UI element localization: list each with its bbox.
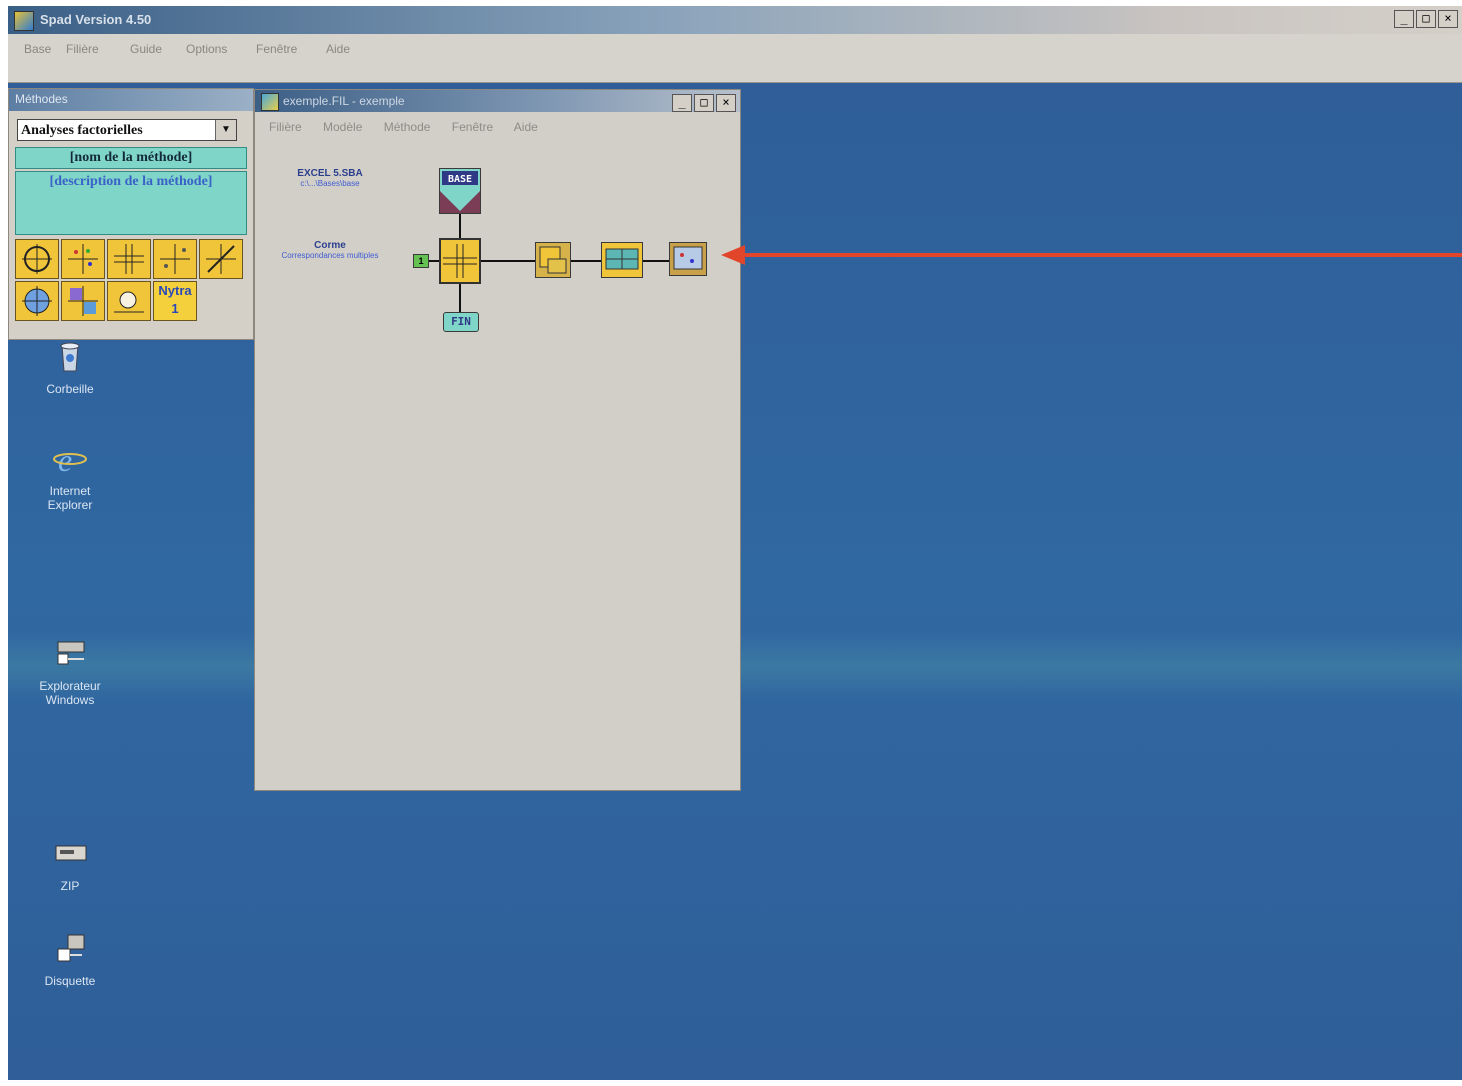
zip-drive-icon [55,845,87,861]
close-button[interactable]: × [1438,10,1458,28]
circle-grid-icon [22,244,52,274]
filiere-title-bar[interactable]: exemple.FIL - exemple _ □ × [255,90,740,112]
minimize-button[interactable]: _ [1394,10,1414,28]
close-button[interactable]: × [716,94,736,112]
connector [459,284,461,312]
output-node-1[interactable] [535,242,571,278]
desktop-icon-corbeille[interactable]: Corbeille [20,341,120,396]
desktop-icon-label: ZIP [60,879,80,893]
filiere-window: exemple.FIL - exemple _ □ × Filière Modè… [254,89,741,791]
classification-icon [114,291,144,313]
desktop-icon-internet-explorer[interactable]: e Internet Explorer [20,442,120,512]
method-label: Corme Correspondances multiples [275,240,385,260]
connector [643,260,669,262]
menu-guide[interactable]: Guide [130,42,162,56]
app-menubar: Base Filière Guide Options Fenêtre Aide [8,34,1462,83]
internet-explorer-icon: e [53,442,87,478]
method-sublabel: Correspondances multiples [281,251,379,260]
menu-modele[interactable]: Modèle [323,120,362,134]
scatter-grid-icon [68,244,98,274]
desktop-icon-label: Corbeille [46,382,94,396]
tool-color-table[interactable] [61,281,105,321]
menu-filiere[interactable]: Filière [66,42,99,56]
palette-title[interactable]: Méthodes [9,89,253,111]
recycle-bin-icon [60,342,80,372]
methodes-palette: Méthodes Analyses factorielles ▼ [nom de… [8,88,254,340]
tool-circle-color[interactable] [15,281,59,321]
base-label: EXCEL 5.SBA c:\...\Bases\base [275,168,385,188]
menu-aide[interactable]: Aide [326,42,350,56]
table-icon [605,248,639,270]
base-node[interactable]: BASE [439,168,481,214]
filiere-window-controls: _ □ × [672,94,736,112]
app-icon [14,11,34,31]
app-title-bar[interactable]: Spad Version 4.50 _ □ × [8,6,1462,34]
category-select-value: Analyses factorielles [21,123,143,138]
windows-explorer-icon [57,641,85,665]
filiere-icon [261,93,279,111]
color-circle-icon [22,286,52,316]
method-label-text: Corme [314,240,346,251]
menu-methode[interactable]: Méthode [384,120,431,134]
step-badge: 1 [413,254,429,268]
method-name: [nom de la méthode] [15,147,247,169]
connector [481,260,535,262]
filiere-menubar: Filière Modèle Méthode Fenêtre Aide [269,120,556,134]
tool-dot-grid[interactable] [153,239,197,279]
double-grid-icon [114,244,144,274]
method-node[interactable] [439,238,481,284]
svg-text:e: e [58,443,72,475]
tool-circle-grid[interactable] [15,239,59,279]
minimize-button[interactable]: _ [672,94,692,112]
desktop-icon-label: Internet Explorer [47,484,93,512]
base-label-text: EXCEL 5.SBA [297,168,363,179]
menu-fenetre[interactable]: Fenêtre [452,120,493,134]
dot-grid-icon [160,244,190,274]
tool-classification[interactable] [107,281,151,321]
menu-base[interactable]: Base [24,42,51,56]
menu-aide[interactable]: Aide [514,120,538,134]
desktop-icon-explorateur[interactable]: Explorateur Windows [20,638,120,707]
method-description: [description de la méthode] [15,171,247,235]
menu-fenetre[interactable]: Fenêtre [256,42,297,56]
filiere-title: exemple.FIL - exemple [283,94,405,108]
diagonal-grid-icon [206,244,236,274]
tool-double-grid[interactable] [107,239,151,279]
base-node-text: BASE [448,174,472,185]
color-table-icon [68,286,98,316]
menu-filiere[interactable]: Filière [269,120,302,134]
app-window-controls: _ □ × [1394,10,1458,28]
screen: Spad Version 4.50 _ □ × Base Filière Gui… [8,6,1462,1080]
connector [459,214,461,238]
desktop-icon-label: Disquette [44,974,96,988]
tool-diagonal-grid[interactable] [199,239,243,279]
maximize-button[interactable]: □ [694,94,714,112]
desktop-icon-zip[interactable]: ZIP [20,838,120,893]
editor-icon [539,246,567,274]
desktop-icon-label: Explorateur Windows [39,679,101,707]
double-grid-icon [443,244,477,278]
connector [571,260,601,262]
output-node-2[interactable] [601,242,643,278]
tool-scatter-grid[interactable] [61,239,105,279]
base-path: c:\...\Bases\base [300,179,360,188]
annotation-arrow [721,245,1462,265]
end-node[interactable]: FIN [443,312,479,332]
graph-icon [673,246,703,270]
maximize-button[interactable]: □ [1416,10,1436,28]
chevron-down-icon[interactable]: ▼ [215,120,236,140]
category-select[interactable]: Analyses factorielles ▼ [17,119,237,141]
connector [429,260,439,262]
tool-nytra[interactable]: Nytra 1 [153,281,197,321]
desktop-icon-disquette[interactable]: Disquette [20,933,120,988]
output-node-3[interactable] [669,242,707,276]
app-title: Spad Version 4.50 [40,12,152,27]
menu-options[interactable]: Options [186,42,227,56]
floppy-disk-icon [57,934,85,962]
base-node-icon: BASE [440,169,480,211]
